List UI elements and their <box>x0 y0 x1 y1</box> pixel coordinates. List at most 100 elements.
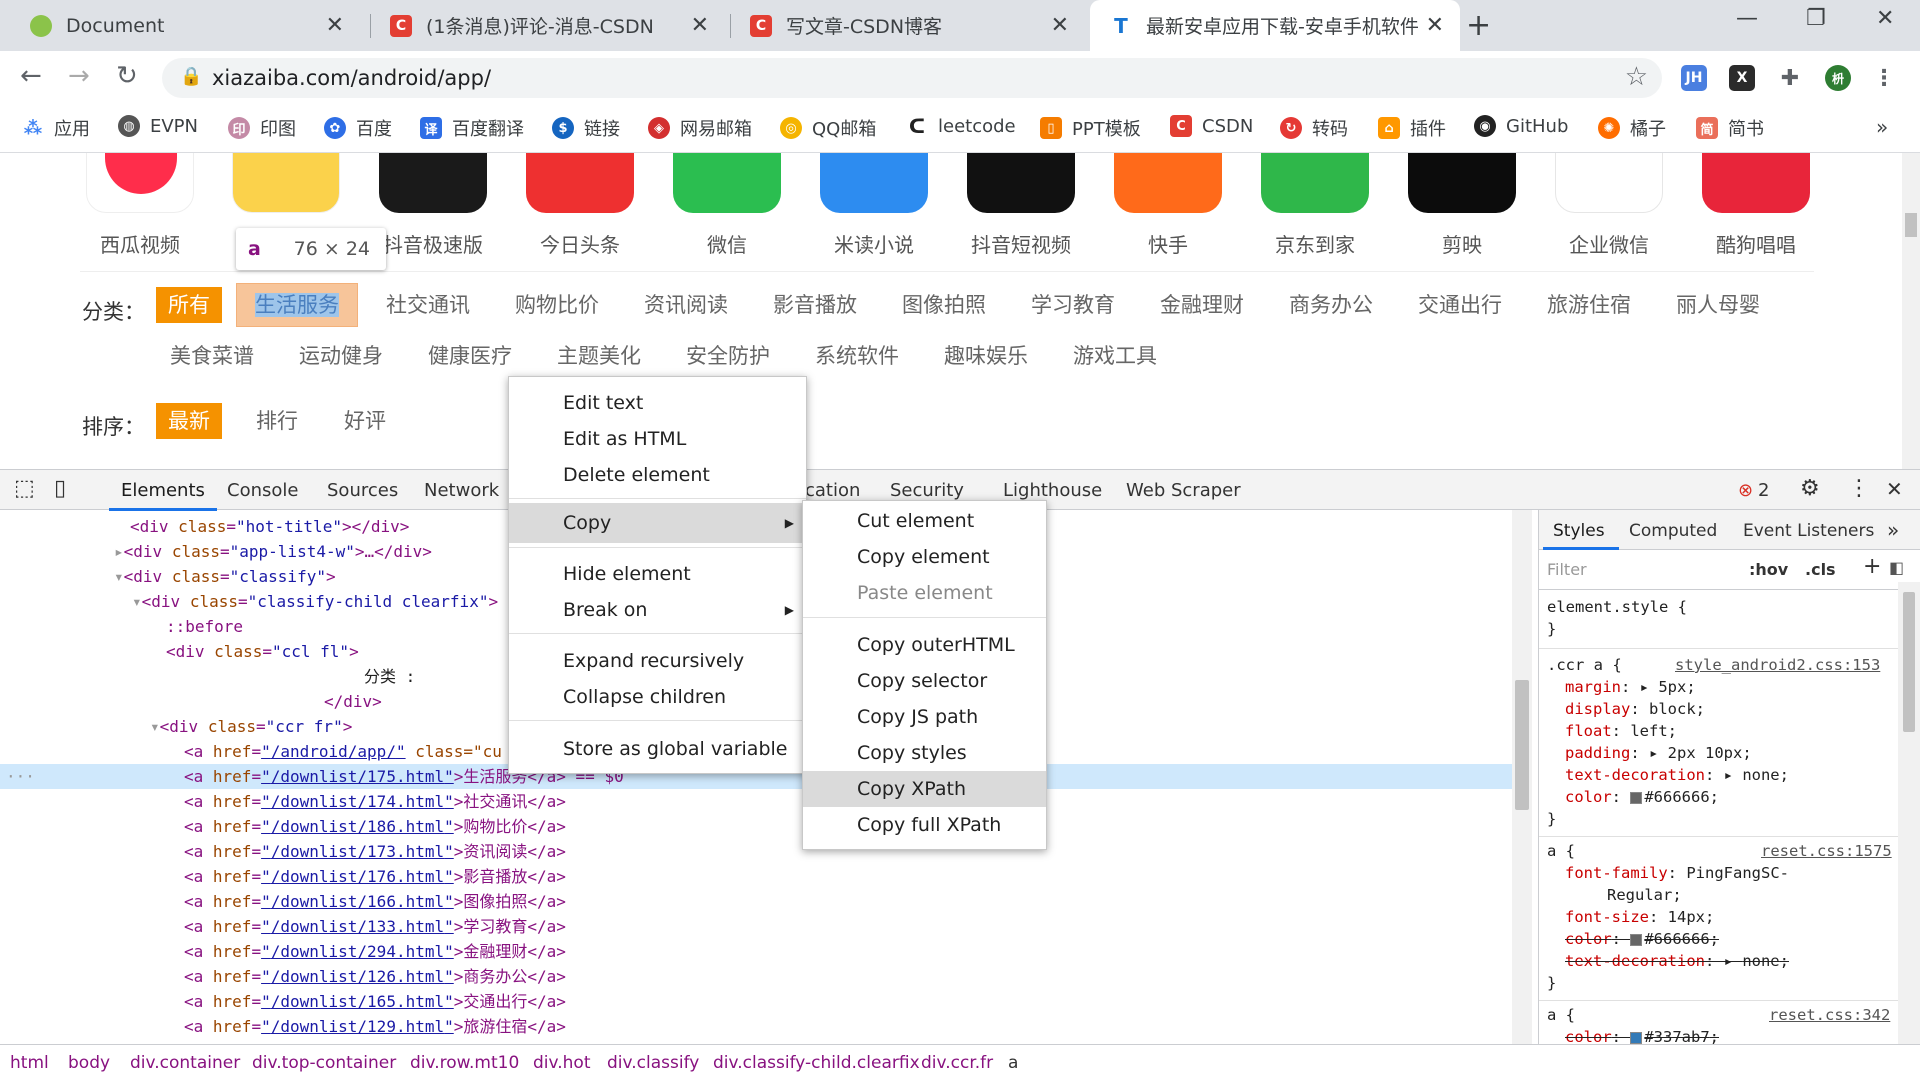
jh-extension-icon[interactable]: JH <box>1681 65 1707 91</box>
breadcrumb-item[interactable]: div.ccr.fr <box>921 1053 993 1073</box>
breadcrumb-item[interactable]: div.classify <box>607 1053 699 1073</box>
dom-node[interactable]: <a href="/downlist/174.html">社交通讯</a> <box>184 789 566 814</box>
tab-styles[interactable]: Styles <box>1553 521 1605 541</box>
app-item[interactable]: 酷狗唱唱 <box>1702 153 1810 258</box>
dom-node[interactable]: <a href="/downlist/173.html">资讯阅读</a> <box>184 839 566 864</box>
hov-button[interactable]: :hov <box>1749 560 1788 579</box>
app-item[interactable]: 西瓜视频 <box>86 153 194 258</box>
menu-copy-element[interactable]: Copy element <box>803 539 1046 575</box>
new-tab-button[interactable]: + <box>1466 8 1491 43</box>
style-prop[interactable]: color: #666666; <box>1565 786 1719 808</box>
style-prop[interactable]: font-size: 14px; <box>1565 906 1714 928</box>
bookmark-csdn[interactable]: C CSDN <box>1170 115 1253 137</box>
menu-expand-recursively[interactable]: Expand recursively <box>509 643 806 679</box>
dom-node[interactable]: <a href="/downlist/294.html">金融理财</a> <box>184 939 566 964</box>
style-prop[interactable]: display: block; <box>1565 698 1705 720</box>
tab-application[interactable]: cation <box>805 480 860 501</box>
category-item[interactable]: 安全防护 <box>674 338 782 374</box>
category-item[interactable]: 购物比价 <box>503 287 611 323</box>
x-extension-icon[interactable]: X <box>1729 65 1755 91</box>
styles-scroll-thumb[interactable] <box>1903 592 1915 732</box>
reload-icon[interactable]: ↻ <box>116 61 138 91</box>
dom-node[interactable]: ▾<div class="classify"> <box>114 564 336 589</box>
app-item[interactable]: 抖音短视频 <box>967 153 1075 258</box>
app-item[interactable]: 企业微信 <box>1555 153 1663 258</box>
tab-csdn-write[interactable]: C 写文章-CSDN博客 ✕ <box>730 0 1085 51</box>
category-item[interactable]: 主题美化 <box>545 338 653 374</box>
breadcrumb-item[interactable]: body <box>68 1053 110 1073</box>
color-swatch[interactable] <box>1630 1031 1643 1044</box>
tab-event-listeners[interactable]: Event Listeners <box>1743 521 1874 541</box>
more-tabs-icon[interactable]: » <box>1887 518 1899 542</box>
bookmark-transcode[interactable]: ↻ 转码 <box>1280 115 1348 141</box>
menu-edit-as-html[interactable]: Edit as HTML <box>509 421 806 457</box>
tab-network[interactable]: Network <box>424 480 499 501</box>
dom-node[interactable]: <a href="/downlist/176.html">影音播放</a> <box>184 864 566 889</box>
category-item[interactable]: 资讯阅读 <box>632 287 740 323</box>
bookmark-yintu[interactable]: 印印图 <box>228 115 296 141</box>
category-item[interactable]: 系统软件 <box>803 338 911 374</box>
bookmark-github[interactable]: ◉ GitHub <box>1474 115 1568 137</box>
app-item[interactable]: 抖音极速版 <box>379 153 487 258</box>
close-tab-icon[interactable]: ✕ <box>1051 13 1069 38</box>
bookmark-apps[interactable]: ⁂ 应用 <box>22 115 90 141</box>
puzzle-icon[interactable]: ✚ <box>1777 65 1803 91</box>
dom-node[interactable]: <a href="/downlist/126.html">商务办公</a> <box>184 964 566 989</box>
close-devtools-icon[interactable]: ✕ <box>1886 477 1903 501</box>
dom-node[interactable]: <a href="/downlist/129.html">旅游住宿</a> <box>184 1014 566 1039</box>
category-item[interactable]: 影音播放 <box>761 287 869 323</box>
category-item[interactable]: 健康医疗 <box>416 338 524 374</box>
menu-delete-element[interactable]: Delete element <box>509 457 806 493</box>
filter-input[interactable]: Filter <box>1547 560 1587 579</box>
style-prop-overridden[interactable]: color: #337ab7; <box>1565 1026 1719 1044</box>
menu-collapse-children[interactable]: Collapse children <box>509 679 806 715</box>
elements-scroll-thumb[interactable] <box>1515 680 1529 810</box>
bookmark-jianshu[interactable]: 简简书 <box>1696 115 1764 141</box>
style-prop[interactable]: font-family: PingFangSC- <box>1565 862 1789 884</box>
bookmark-links[interactable]: $ 链接 <box>552 115 620 141</box>
menu-hide-element[interactable]: Hide element <box>509 556 806 592</box>
bookmark-plugins[interactable]: ⌂ 插件 <box>1378 115 1446 141</box>
menu-edit-text[interactable]: Edit text <box>509 385 806 421</box>
new-rule-icon[interactable]: + <box>1863 554 1881 579</box>
app-item[interactable]: 今日头条 <box>526 153 634 258</box>
dom-text[interactable]: 分类 : <box>364 664 415 689</box>
menu-copy-selector[interactable]: Copy selector <box>803 663 1046 699</box>
breadcrumb-item[interactable]: div.classify-child.clearfix <box>713 1053 920 1073</box>
category-item[interactable]: 丽人母婴 <box>1664 287 1772 323</box>
rule-selector[interactable]: .ccr a {style_android2.css:153 <box>1547 654 1917 676</box>
category-item[interactable]: 旅游住宿 <box>1535 287 1643 323</box>
rule-selector[interactable]: a {reset.css:1575 <box>1547 840 1917 862</box>
element-style-selector[interactable]: element.style { <box>1547 596 1687 618</box>
category-item[interactable]: 图像拍照 <box>890 287 998 323</box>
breadcrumb-item[interactable]: div.hot <box>533 1053 591 1073</box>
breadcrumb-item[interactable]: div.row.mt10 <box>410 1053 519 1073</box>
tab-document[interactable]: Document ✕ <box>10 0 360 51</box>
forward-icon[interactable]: → <box>68 61 90 91</box>
category-item[interactable]: 游戏工具 <box>1061 338 1169 374</box>
category-item[interactable]: 社交通讯 <box>374 287 482 323</box>
bookmark-qq-mail[interactable]: ◎ QQ邮箱 <box>780 115 876 141</box>
category-life-services[interactable]: 生活服务 <box>236 283 358 327</box>
style-prop[interactable]: padding: ▸ 2px 10px; <box>1565 742 1752 764</box>
styles-scrollbar[interactable] <box>1898 582 1920 1044</box>
menu-copy-js-path[interactable]: Copy JS path <box>803 699 1046 735</box>
style-prop[interactable]: margin: ▸ 5px; <box>1565 676 1696 698</box>
settings-gear-icon[interactable]: ⚙ <box>1800 476 1820 501</box>
dom-node[interactable]: <div class="hot-title"></div> <box>130 514 409 539</box>
tab-security[interactable]: Security <box>890 480 964 501</box>
error-icon[interactable]: ⊗ <box>1738 480 1753 501</box>
close-tab-icon[interactable]: ✕ <box>691 13 709 38</box>
dom-node[interactable]: <a href="/android/app/" class="cu <box>184 739 502 764</box>
style-prop-continued[interactable]: Regular; <box>1607 884 1682 906</box>
app-item[interactable] <box>232 153 340 229</box>
style-prop-overridden[interactable]: text-decoration: ▸ none; <box>1565 950 1789 972</box>
rule-selector[interactable]: a {reset.css:342 <box>1547 1004 1917 1026</box>
menu-break-on[interactable]: Break on ▶ <box>509 592 806 628</box>
dom-node[interactable]: </div> <box>324 689 382 714</box>
sort-newest[interactable]: 最新 <box>156 403 222 439</box>
category-all[interactable]: 所有 <box>156 287 222 323</box>
dom-node[interactable]: ▾<div class="classify-child clearfix"> <box>132 589 498 614</box>
menu-cut-element[interactable]: Cut element <box>803 503 1046 539</box>
app-item[interactable]: 快手 <box>1114 153 1222 258</box>
